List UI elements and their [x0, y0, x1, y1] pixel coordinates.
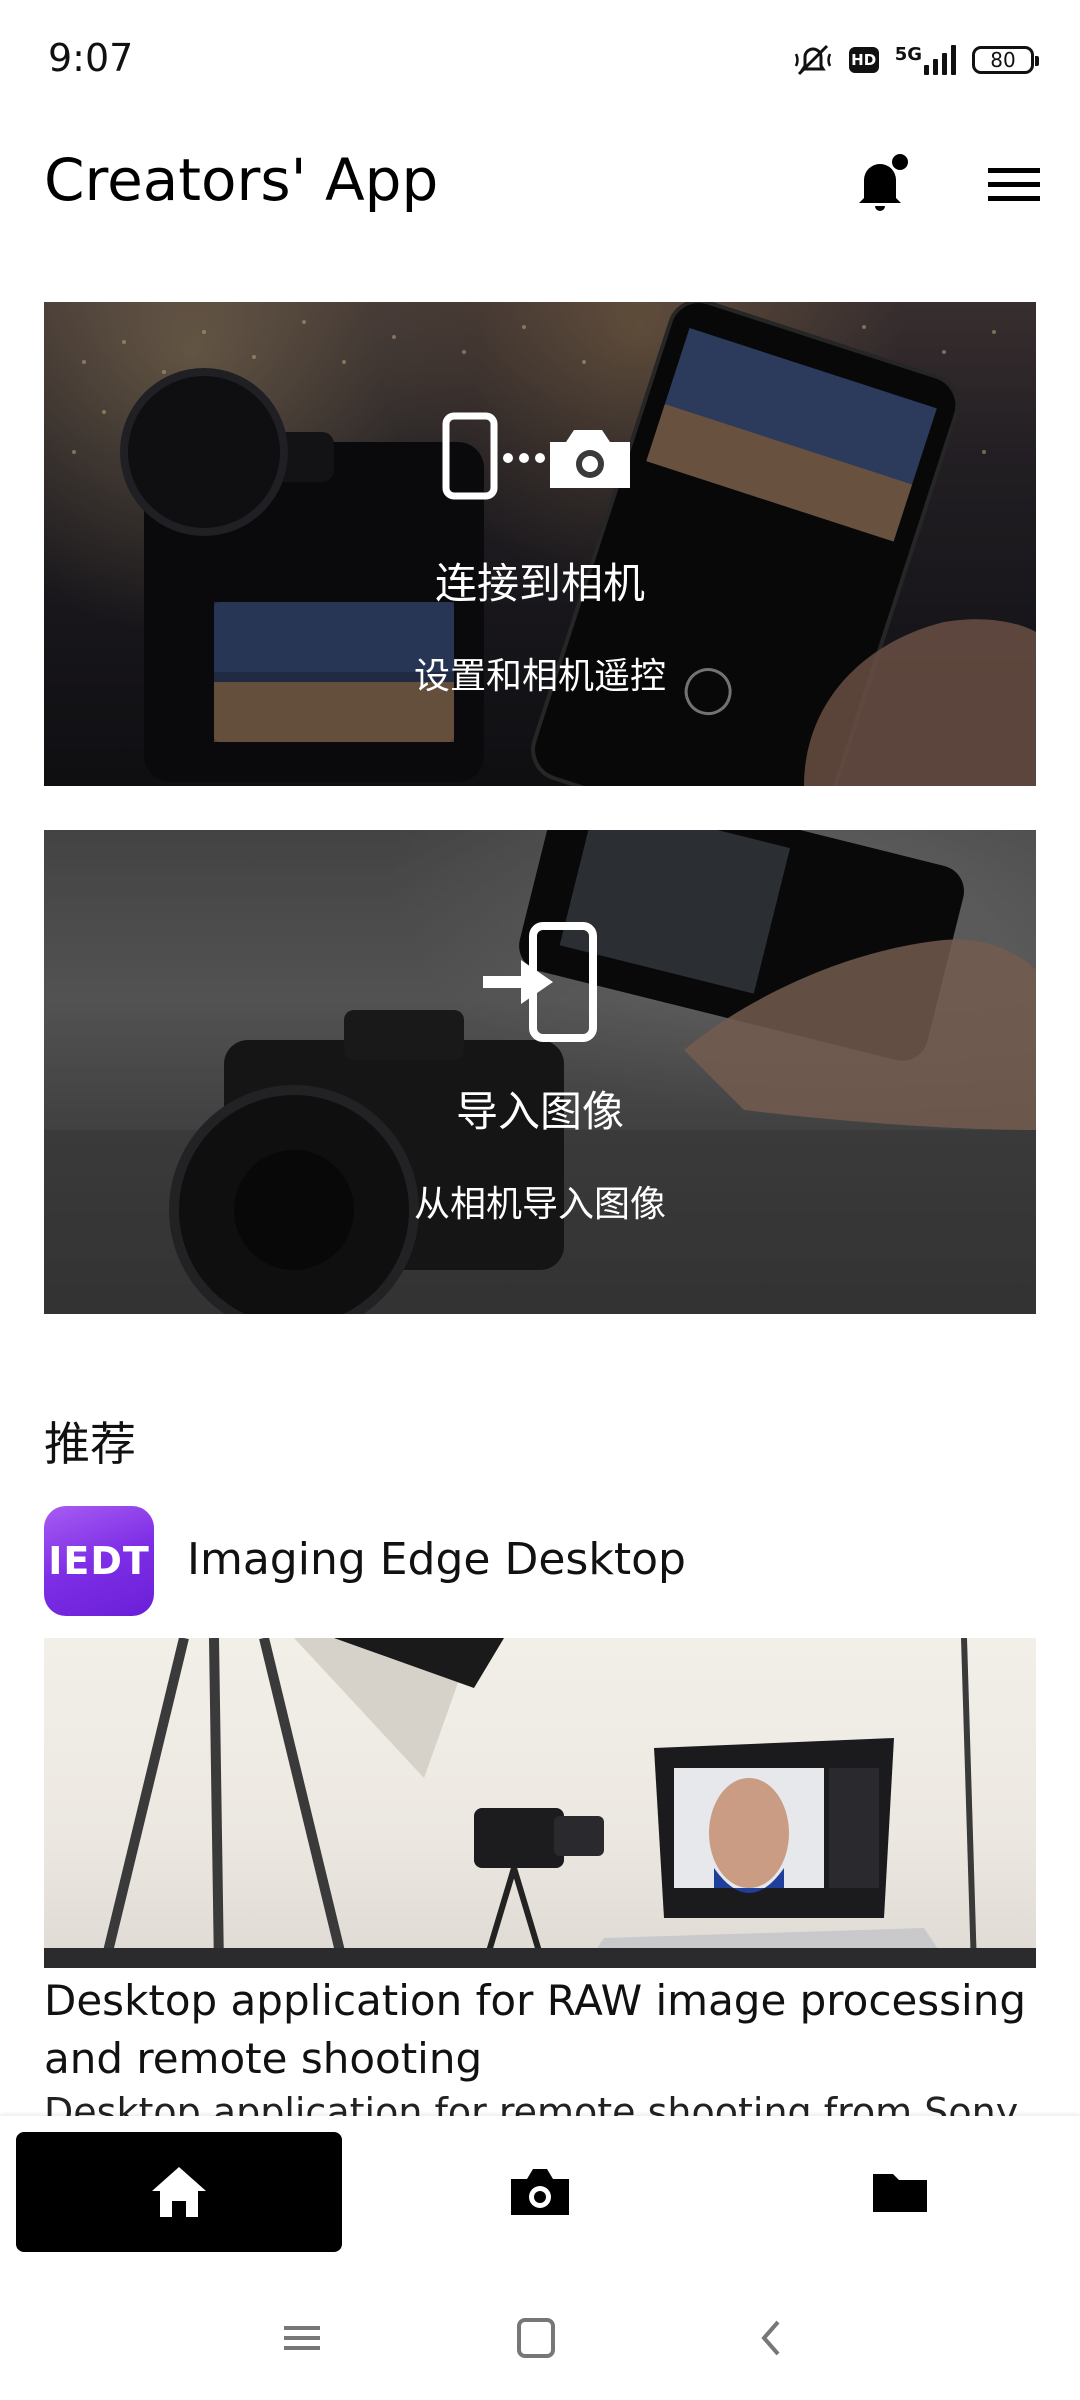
bell-icon — [859, 154, 908, 211]
recents-icon — [284, 2326, 320, 2350]
app-logo: IEDT — [44, 1506, 154, 1616]
status-time: 9:07 — [48, 36, 134, 80]
status-icons: HD 5G 80 — [793, 40, 1039, 80]
connect-card-subtitle: 设置和相机遥控 — [413, 656, 666, 697]
app-header: Creators' App — [0, 130, 1080, 230]
notifications-button[interactable] — [848, 148, 918, 218]
connect-camera-card[interactable]: 连接到相机 设置和相机遥控 — [44, 302, 1036, 786]
home-square-icon — [517, 2318, 555, 2358]
system-navigation-bar — [0, 2268, 1080, 2400]
studio-photo — [44, 1638, 1036, 1968]
home-icon — [152, 2167, 206, 2217]
recommended-headline: Desktop application for RAW image proces… — [44, 1976, 1026, 2083]
recommended-app-image[interactable] — [44, 1638, 1036, 1968]
system-back-button[interactable] — [742, 2308, 802, 2368]
network-type: 5G — [894, 44, 922, 65]
bottom-navigation — [0, 2116, 1080, 2268]
camera-icon — [511, 2169, 569, 2215]
card-dim-overlay — [44, 830, 1036, 1314]
muted-vibrate-icon — [794, 44, 831, 76]
recommended-section-title: 推荐 — [44, 1417, 136, 1471]
import-images-card[interactable]: 导入图像 从相机导入图像 — [44, 830, 1036, 1314]
menu-icon — [988, 168, 1040, 201]
import-to-phone-icon — [483, 922, 597, 1042]
phone-camera-connect-icon — [442, 412, 630, 500]
nav-home-tab[interactable] — [16, 2132, 342, 2252]
recommended-app-row[interactable]: IEDT Imaging Edge Desktop — [44, 1506, 1036, 1616]
signal-icon — [924, 45, 956, 75]
battery-level: 80 — [990, 48, 1016, 72]
nav-folder-tab[interactable] — [737, 2132, 1063, 2252]
folder-icon — [873, 2174, 927, 2212]
cellular-indicator: 5G — [894, 44, 956, 75]
back-icon — [761, 2320, 780, 2356]
recommended-app-name: Imaging Edge Desktop — [187, 1534, 686, 1585]
connect-card-title: 连接到相机 — [434, 559, 645, 608]
import-card-title: 导入图像 — [455, 1087, 624, 1136]
battery-icon: 80 — [972, 46, 1039, 74]
import-card-subtitle: 从相机导入图像 — [413, 1184, 666, 1225]
app-title: Creators' App — [44, 146, 439, 214]
hd-badge: HD — [848, 47, 879, 73]
nav-camera-tab[interactable] — [377, 2132, 703, 2252]
menu-button[interactable] — [984, 154, 1044, 214]
recents-button[interactable] — [272, 2308, 332, 2368]
system-home-button[interactable] — [506, 2308, 566, 2368]
card-dim-overlay — [44, 302, 1036, 786]
screen: 9:07 HD 5G 80 Creators' App 连接到相机 设置和相机遥… — [0, 0, 1080, 2400]
status-bar: 9:07 HD 5G 80 — [0, 0, 1080, 120]
